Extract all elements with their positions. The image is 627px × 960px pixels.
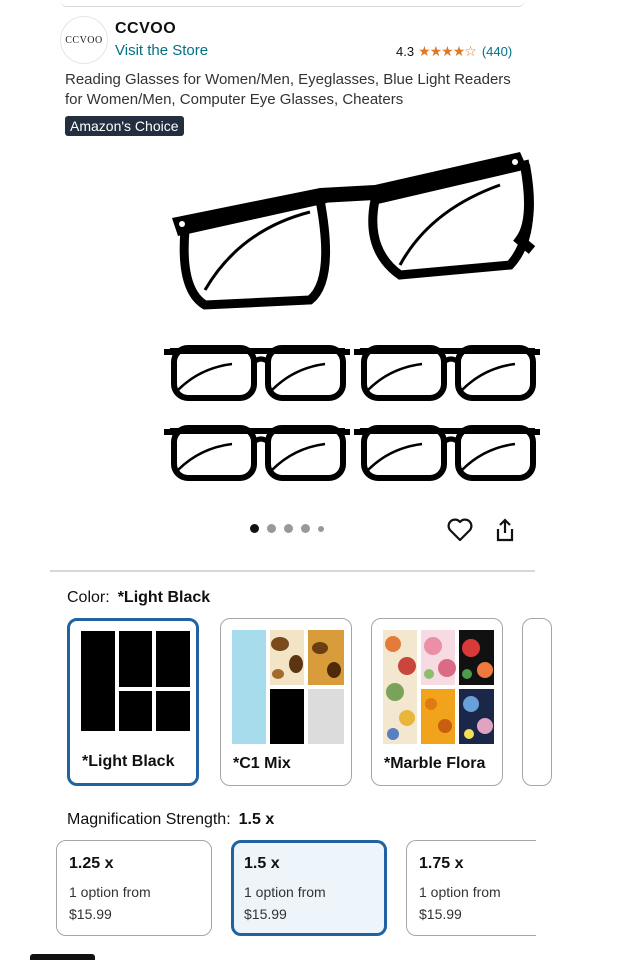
rating-value: 4.3 bbox=[396, 44, 415, 59]
color-option-light-black[interactable]: *Light Black bbox=[67, 618, 199, 786]
magnification-option-1-75[interactable]: 1.75 x 1 option from $15.99 bbox=[406, 840, 536, 936]
color-option-label: *Light Black bbox=[82, 753, 175, 770]
selected-magnification: 1.5 x bbox=[238, 811, 275, 828]
color-option-more[interactable] bbox=[522, 618, 552, 786]
option-value: 1.5 x bbox=[244, 855, 280, 872]
light-black-swatch-image bbox=[81, 631, 190, 731]
magnification-label-row: Magnification Strength: 1.5 x bbox=[67, 811, 274, 829]
brand-name: CCVOO bbox=[115, 20, 177, 37]
option-price: $15.99 bbox=[244, 906, 287, 922]
magnification-option-1-5[interactable]: 1.5 x 1 option from $15.99 bbox=[231, 840, 387, 936]
color-option-marble-flora[interactable]: *Marble Flora bbox=[371, 618, 503, 786]
carousel-dot[interactable] bbox=[318, 525, 324, 532]
option-price: $15.99 bbox=[69, 906, 112, 922]
bottom-edge-bar bbox=[30, 954, 95, 960]
magnification-option-1-25[interactable]: 1.25 x 1 option from $15.99 bbox=[56, 840, 212, 936]
carousel-dot[interactable] bbox=[250, 524, 259, 533]
image-carousel-dots[interactable] bbox=[250, 524, 324, 533]
carousel-dot[interactable] bbox=[284, 524, 293, 533]
large-glasses bbox=[172, 152, 536, 310]
wishlist-heart-icon[interactable] bbox=[446, 516, 474, 544]
color-option-label: *Marble Flora bbox=[384, 755, 486, 772]
section-divider bbox=[50, 570, 535, 572]
option-note: 1 option from bbox=[419, 884, 501, 900]
marble-flora-swatch-image bbox=[383, 630, 494, 744]
selected-color: *Light Black bbox=[117, 589, 211, 606]
c1-mix-swatch-image bbox=[232, 630, 344, 744]
amazons-choice-badge: Amazon's Choice bbox=[65, 116, 184, 136]
carousel-dot[interactable] bbox=[267, 524, 276, 533]
option-value: 1.75 x bbox=[419, 855, 464, 872]
color-label-row: Color: *Light Black bbox=[67, 589, 210, 607]
product-image[interactable] bbox=[160, 140, 540, 485]
color-option-c1-mix[interactable]: *C1 Mix bbox=[220, 618, 352, 786]
brand-logo-text: CCVOO bbox=[65, 34, 103, 46]
visit-store-link[interactable]: Visit the Store bbox=[115, 42, 208, 59]
share-icon[interactable] bbox=[491, 516, 519, 544]
review-count[interactable]: (440) bbox=[482, 44, 512, 59]
option-price: $15.99 bbox=[419, 906, 462, 922]
option-value: 1.25 x bbox=[69, 855, 114, 872]
rating-summary[interactable]: 4.3 ★★★★☆ (440) bbox=[396, 43, 512, 60]
brand-logo[interactable]: CCVOO bbox=[60, 16, 108, 64]
option-note: 1 option from bbox=[244, 884, 326, 900]
color-label: Color: bbox=[67, 589, 110, 606]
previous-section-edge bbox=[60, 0, 525, 7]
magnification-label: Magnification Strength: bbox=[67, 811, 231, 828]
option-note: 1 option from bbox=[69, 884, 151, 900]
color-option-label: *C1 Mix bbox=[233, 755, 291, 772]
star-rating-icon: ★★★★☆ bbox=[418, 43, 477, 59]
carousel-dot[interactable] bbox=[301, 524, 310, 533]
product-title: Reading Glasses for Women/Men, Eyeglasse… bbox=[65, 71, 511, 108]
